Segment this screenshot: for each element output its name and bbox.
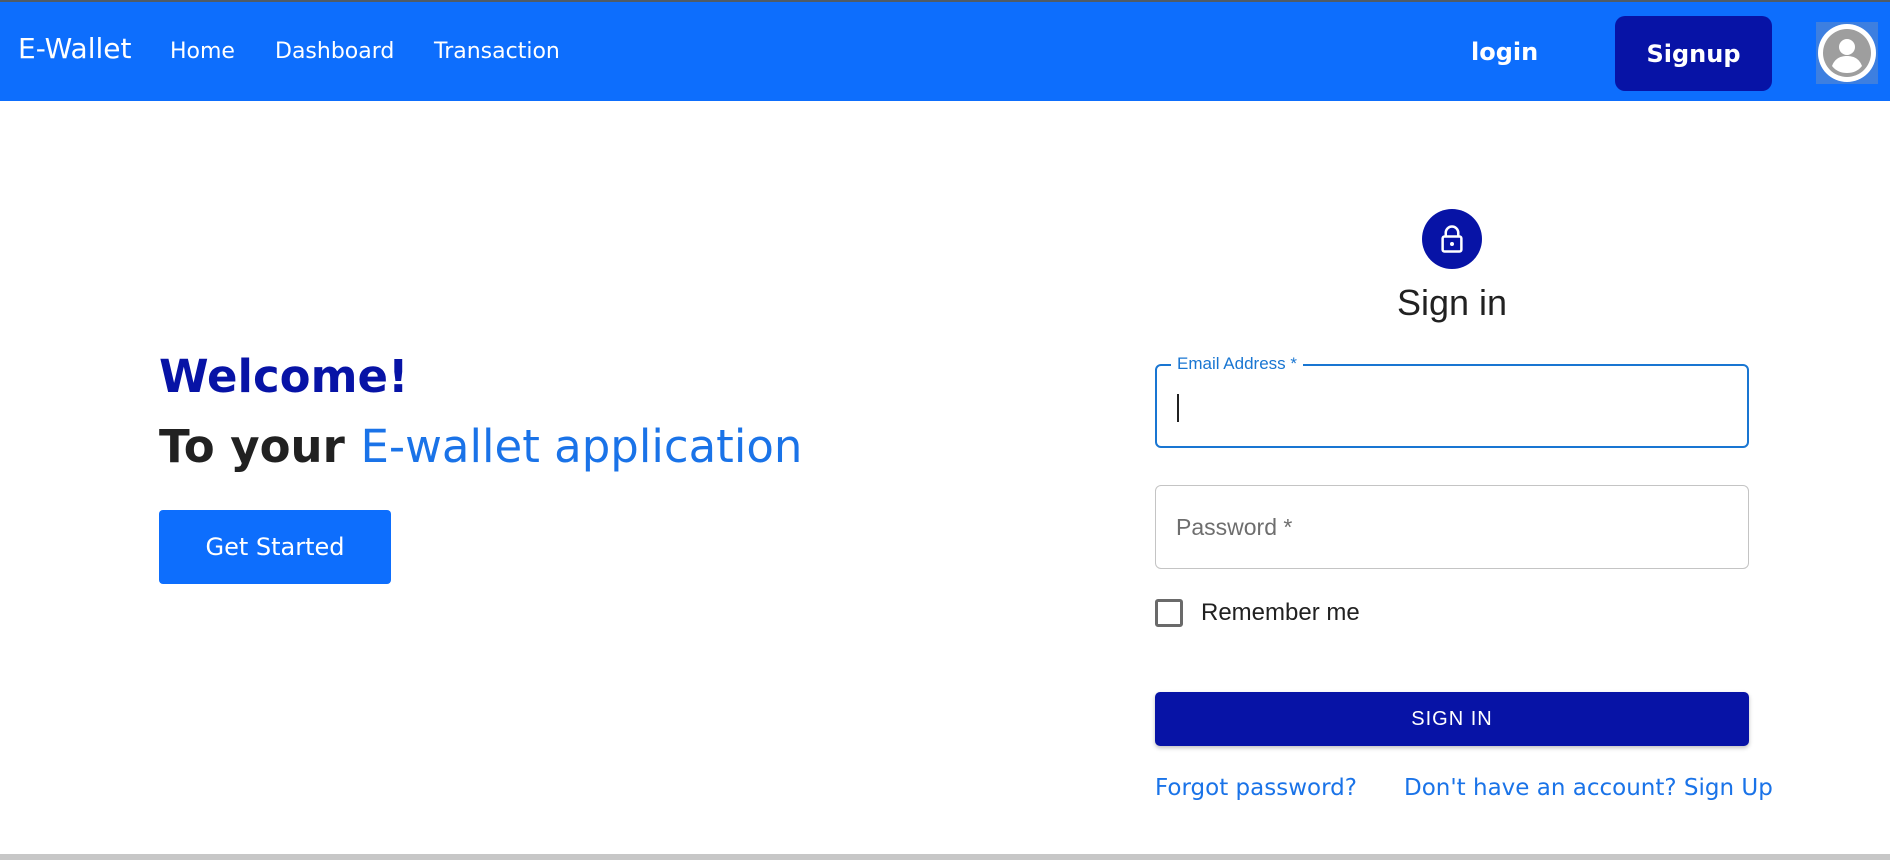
lock-icon	[1422, 209, 1482, 269]
tagline-accent: E-wallet application	[360, 420, 803, 473]
remember-me-control[interactable]: Remember me	[1155, 597, 1360, 629]
login-link[interactable]: login	[1471, 38, 1538, 66]
user-menu-button[interactable]	[1816, 22, 1878, 84]
email-field: Email Address *	[1155, 354, 1749, 448]
tagline-heading: To your E-wallet application	[159, 420, 802, 473]
brand-logo[interactable]: E-Wallet	[18, 32, 131, 65]
remember-me-checkbox[interactable]	[1155, 599, 1183, 627]
nav-transaction-link[interactable]: Transaction	[434, 39, 560, 64]
top-navbar: E-Wallet Home Dashboard Transaction logi…	[0, 0, 1890, 101]
nav-dashboard-link[interactable]: Dashboard	[275, 39, 394, 64]
signin-title: Sign in	[1396, 282, 1508, 323]
welcome-heading: Welcome!	[159, 350, 409, 403]
signup-button[interactable]: Signup	[1615, 16, 1772, 91]
bottom-divider	[0, 854, 1890, 860]
tagline-prefix: To your	[159, 420, 361, 473]
signup-prompt-link[interactable]: Don't have an account? Sign Up	[1404, 775, 1773, 801]
account-circle-icon	[1818, 24, 1876, 82]
password-field	[1155, 485, 1749, 569]
get-started-button[interactable]: Get Started	[159, 510, 391, 584]
remember-me-label: Remember me	[1201, 599, 1360, 626]
password-input[interactable]	[1156, 486, 1748, 568]
page: E-Wallet Home Dashboard Transaction logi…	[0, 0, 1890, 860]
text-caret	[1177, 394, 1179, 422]
sign-in-button[interactable]: SIGN IN	[1155, 692, 1749, 746]
nav-home-link[interactable]: Home	[170, 39, 235, 64]
email-input[interactable]	[1157, 366, 1747, 446]
forgot-password-link[interactable]: Forgot password?	[1155, 775, 1357, 801]
